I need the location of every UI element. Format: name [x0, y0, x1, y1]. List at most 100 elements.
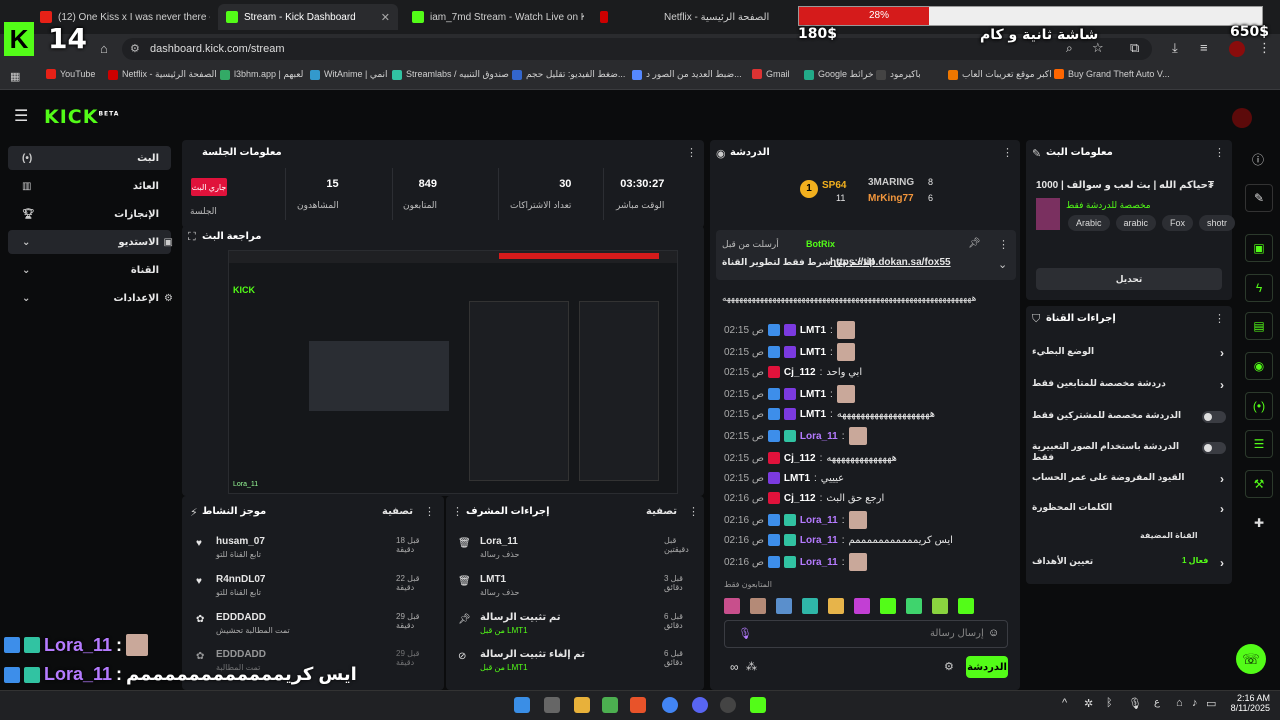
- emote-bar[interactable]: [724, 596, 1012, 616]
- leader-name: 3MARING: [868, 177, 915, 188]
- settings-tray-icon[interactable]: ✲: [1084, 697, 1093, 710]
- bookmark-images[interactable]: ضبط العديد من الصور د...: [632, 69, 742, 80]
- tag-chip[interactable]: Arabic: [1068, 215, 1110, 231]
- more-icon[interactable]: ⋮: [686, 146, 697, 159]
- bookmark-bakirmod[interactable]: باكيرمود: [876, 69, 921, 80]
- add-icon[interactable]: ✚: [1254, 516, 1264, 530]
- bluetooth-icon[interactable]: ᛒ: [1106, 697, 1113, 709]
- expand-icon[interactable]: ⛶: [188, 231, 196, 244]
- nav-channel[interactable]: ⌄ القناة: [8, 258, 171, 282]
- apps-icon[interactable]: ▦: [10, 70, 20, 83]
- microphone-icon[interactable]: 🎙︎: [738, 627, 752, 640]
- file-explorer-icon[interactable]: [574, 697, 590, 713]
- lightning-icon[interactable]: ϟ: [1245, 274, 1273, 302]
- bookmark-youtube[interactable]: YouTube: [46, 69, 95, 79]
- activity-filter-button[interactable]: تصفية: [382, 506, 413, 517]
- tag-chip[interactable]: Fox: [1162, 215, 1194, 231]
- broadcast-icon[interactable]: (•): [1245, 392, 1273, 420]
- infinity-icon[interactable]: ∞: [730, 660, 739, 674]
- gear-icon[interactable]: ⚙: [944, 660, 954, 673]
- edit-stream-button[interactable]: تحديل: [1036, 268, 1222, 290]
- tab-netflix[interactable]: Netflix - الصفحة الرئيسية✕: [592, 4, 770, 30]
- nav-achievements[interactable]: 🏆︎ الإنجازات: [8, 202, 171, 226]
- obs-icon[interactable]: [720, 697, 736, 713]
- media-icon[interactable]: ≡: [1200, 40, 1208, 55]
- battery-icon[interactable]: ▭: [1206, 697, 1216, 710]
- stream-category[interactable]: مخصصة للدردشة فقط: [1066, 200, 1151, 211]
- more-icon[interactable]: ⋮: [424, 505, 435, 518]
- menu-icon[interactable]: ⋮: [1258, 40, 1271, 56]
- language-indicator[interactable]: ع: [1154, 697, 1160, 708]
- bookmark-games-arabic[interactable]: اكبر موقع تعريبات العاب -...: [948, 69, 1065, 80]
- close-icon[interactable]: ✕: [381, 11, 390, 24]
- stream-preview-video[interactable]: KICK Lora_11: [228, 250, 678, 494]
- volume-icon[interactable]: ♪: [1192, 697, 1198, 709]
- subscribers-only-toggle[interactable]: [1202, 411, 1226, 423]
- more-icon[interactable]: ⋮: [1214, 312, 1225, 325]
- kick-app-icon[interactable]: [750, 697, 766, 713]
- wrench-icon[interactable]: ⚒: [1245, 470, 1273, 498]
- chat-icon[interactable]: ◉: [1245, 352, 1273, 380]
- zoom-icon[interactable]: ⌕: [1066, 41, 1073, 56]
- brave-icon[interactable]: [630, 697, 646, 713]
- bookmark-streamlabs[interactable]: Streamlabs / صندوق التنبيه: [392, 69, 509, 80]
- network-icon[interactable]: ⌂: [1176, 697, 1183, 709]
- system-clock[interactable]: 2:16 AM 8/11/2025: [1226, 693, 1270, 713]
- bookmark-video-compress[interactable]: ضغط الفيديو: تقليل حجم...: [512, 69, 625, 80]
- emote-only-toggle[interactable]: [1202, 442, 1226, 454]
- hamburger-icon[interactable]: ☰: [14, 106, 28, 126]
- more-icon[interactable]: ⋮: [452, 505, 463, 518]
- list-icon[interactable]: ☰: [1245, 430, 1273, 458]
- profile-avatar[interactable]: [1229, 41, 1245, 57]
- mod-filter-button[interactable]: تصفية: [646, 506, 677, 517]
- more-icon[interactable]: ⋮: [998, 238, 1009, 251]
- chat-send-button[interactable]: الدردشة: [966, 656, 1008, 678]
- nav-live[interactable]: (•) البث: [8, 146, 171, 170]
- more-icon[interactable]: ⋮: [1214, 146, 1225, 159]
- tag-chip[interactable]: shotr: [1199, 215, 1236, 231]
- tab-kick-watch[interactable]: iam_7md Stream - Watch Live on Kick✕: [404, 4, 584, 30]
- kick-logo[interactable]: KICKBETA: [44, 106, 119, 128]
- user-avatar[interactable]: [1232, 108, 1252, 128]
- bookmark-witanime[interactable]: WitAnime | انمي: [310, 69, 388, 80]
- discord-icon[interactable]: [692, 697, 708, 713]
- site-info-icon[interactable]: ⚙: [130, 42, 140, 55]
- banned-words-row[interactable]: الكلمات المحظورة ›: [1032, 502, 1226, 520]
- chrome-icon[interactable]: [662, 697, 678, 713]
- camera-icon[interactable]: ▣: [1245, 234, 1273, 262]
- account-age-row[interactable]: القيود المفروضة على عمر الحساب ›: [1032, 472, 1226, 490]
- edit-icon[interactable]: ✎: [1245, 184, 1273, 212]
- nav-studio[interactable]: ⌄ الاستديو ▣: [8, 230, 173, 254]
- mic-tray-icon[interactable]: 🎙︎: [1128, 697, 1142, 710]
- bookmark-l3bhm[interactable]: l3bhm.app | لعبهم: [220, 69, 303, 80]
- emoji-icon[interactable]: ☺: [988, 627, 999, 639]
- tag-chip[interactable]: arabic: [1115, 215, 1157, 231]
- tray-chevron-icon[interactable]: ^: [1062, 697, 1067, 709]
- windows-start-icon[interactable]: [514, 697, 530, 713]
- xbox-icon[interactable]: [602, 697, 618, 713]
- category-thumbnail[interactable]: [1036, 198, 1060, 230]
- support-chat-button[interactable]: ☏: [1236, 644, 1266, 674]
- bookmark-gmail[interactable]: Gmail: [752, 69, 790, 79]
- tab-kick-dashboard[interactable]: Stream - Kick Dashboard ✕: [218, 4, 398, 30]
- home-icon[interactable]: ⌂: [100, 41, 108, 56]
- extensions-icon[interactable]: ⧉: [1130, 40, 1139, 56]
- pinned-link[interactable]: https://tip.dokan.sa/fox55: [830, 257, 951, 268]
- slow-mode-row[interactable]: الوضع البطيء ›: [1032, 346, 1226, 364]
- store-icon[interactable]: [544, 697, 560, 713]
- download-icon[interactable]: ⤓: [1172, 40, 1178, 56]
- nav-settings[interactable]: ⌄ الإعدادات ⚙: [8, 286, 173, 310]
- chevron-down-icon[interactable]: ⌄: [998, 258, 1007, 271]
- bookmark-maps[interactable]: Google خرائط: [804, 69, 874, 80]
- more-icon[interactable]: ⋮: [688, 505, 699, 518]
- info-icon[interactable]: ⓘ: [1252, 151, 1264, 168]
- pin-icon[interactable]: 📌︎: [968, 238, 981, 249]
- bookmark-gta[interactable]: Buy Grand Theft Auto V...: [1054, 69, 1170, 79]
- nav-revenue[interactable]: ▥ العائد: [8, 174, 171, 198]
- bookmark-netflix[interactable]: Netflix - الصفحة الرئيسية: [108, 69, 217, 80]
- more-icon[interactable]: ⋮: [1002, 146, 1013, 159]
- document-icon[interactable]: ▤: [1245, 312, 1273, 340]
- set-goals-row[interactable]: تعيين الأهداف فعال 1 ›: [1032, 556, 1226, 574]
- points-icon[interactable]: ⁂: [746, 660, 757, 673]
- followers-only-row[interactable]: دردشة مخصصة للمتابعين فقط ›: [1032, 378, 1226, 396]
